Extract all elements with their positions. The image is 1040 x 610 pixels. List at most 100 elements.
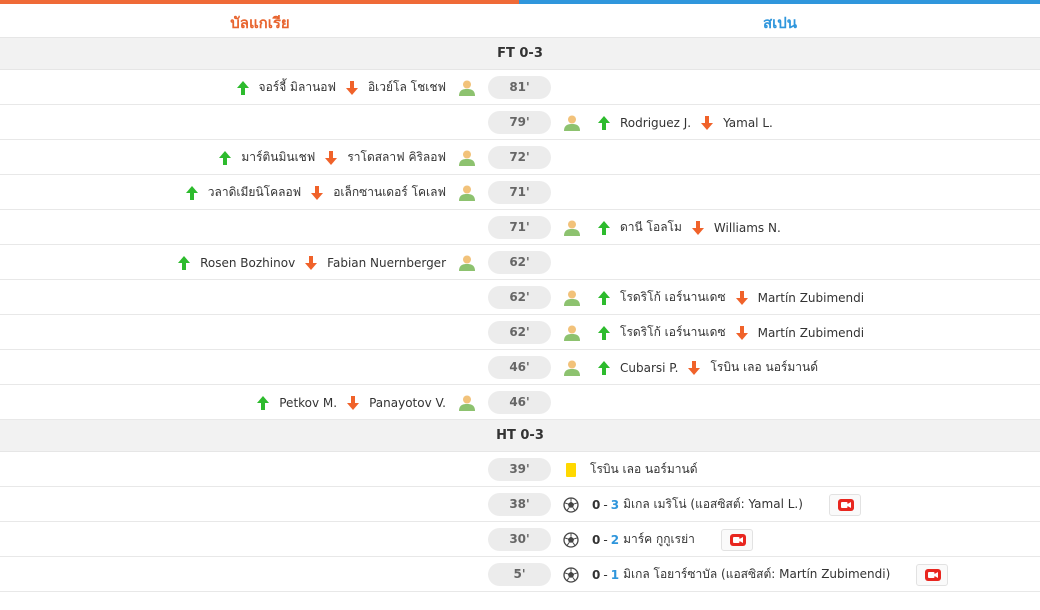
score-home: 0	[592, 497, 601, 512]
sub-out-arrow-icon	[735, 290, 748, 305]
sub-in-arrow-icon	[185, 185, 198, 200]
player-in-name[interactable]: โรดริโก้ เอร์นานเดซ	[620, 288, 726, 307]
person-icon	[563, 360, 581, 376]
sub-in-arrow-icon	[236, 80, 249, 95]
halftime-header: HT 0-3	[0, 420, 1040, 452]
sub-out-arrow-icon	[701, 115, 714, 130]
goal-description[interactable]: มาร์ค กูกูเรย่า	[623, 530, 695, 549]
player-out-name[interactable]: Martín Zubimendi	[758, 326, 865, 340]
goal-score: 0-1	[592, 568, 619, 582]
sub-in-arrow-icon	[178, 255, 191, 270]
player-out-name[interactable]: อเล็กซานเดอร์ โคเลฟ	[333, 183, 446, 202]
sub-out-arrow-icon	[325, 150, 338, 165]
score-away: 3	[610, 497, 620, 512]
sub-out-arrow-icon	[305, 255, 318, 270]
player-in-name[interactable]: Rodriguez J.	[620, 116, 691, 130]
person-icon	[458, 255, 476, 271]
sub-in-arrow-icon	[219, 150, 232, 165]
sub-in-arrow-icon	[598, 115, 610, 130]
video-highlight-button[interactable]	[828, 493, 861, 516]
goal-score: 0-2	[592, 533, 619, 547]
home-substitution[interactable]: มาร์ตินมินเชฟ ราโดสลาฟ คิริลอฟ	[219, 140, 476, 175]
minute-badge: 62'	[488, 286, 551, 309]
event-row: 46' Cubarsi P. โรบิน เลอ นอร์มานด์	[0, 350, 1040, 385]
player-in-name[interactable]: มาร์ตินมินเชฟ	[241, 148, 315, 167]
player-in-name[interactable]: Rosen Bozhinov	[200, 256, 295, 270]
soccer-ball-icon	[563, 531, 579, 548]
minute-badge: 71'	[488, 181, 551, 204]
video-highlight-button[interactable]	[916, 563, 949, 586]
player-out-name[interactable]: Williams N.	[714, 221, 781, 235]
player-out-name[interactable]: Martín Zubimendi	[758, 291, 865, 305]
player-out-name[interactable]: ราโดสลาฟ คิริลอฟ	[347, 148, 446, 167]
event-row: 71' วลาดิเมียนิโคลอฟ อเล็กซานเดอร์ โคเลฟ	[0, 175, 1040, 210]
minute-badge: 46'	[488, 356, 551, 379]
player-out-name[interactable]: อิเวย์โล โชเชฟ	[368, 78, 446, 97]
away-team-name[interactable]: สเปน	[520, 0, 1040, 37]
minute-badge: 79'	[488, 111, 551, 134]
score-home: 0	[592, 567, 601, 582]
fulltime-header: FT 0-3	[0, 38, 1040, 70]
event-row: 79' Rodriguez J. Yamal L.	[0, 105, 1040, 140]
sub-in-arrow-icon	[257, 395, 270, 410]
minute-badge: 62'	[488, 321, 551, 344]
video-highlight-button[interactable]	[720, 528, 753, 551]
player-name[interactable]: โรบิน เลอ นอร์มานด์	[590, 460, 698, 479]
minute-badge: 62'	[488, 251, 551, 274]
away-substitution[interactable]: ดานี โอลโม Williams N.	[563, 210, 791, 245]
goal-score: 0-3	[592, 498, 619, 512]
home-team-name[interactable]: บัลแกเรีย	[0, 0, 520, 37]
player-in-name[interactable]: วลาดิเมียนิโคลอฟ	[208, 183, 301, 202]
away-goal-event[interactable]: 0-1 มิเกล โอยาร์ซาบัล (แอสซิสต์: Martín Z…	[563, 557, 949, 592]
event-row: 5' 0-1 มิเกล โอยาร์ซาบัล (แอสซิสต์: Martín…	[0, 557, 1040, 592]
player-out-name[interactable]: Yamal L.	[723, 116, 773, 130]
player-in-name[interactable]: โรดริโก้ เอร์นานเดซ	[620, 323, 726, 342]
minute-badge: 81'	[488, 76, 551, 99]
person-icon	[458, 395, 476, 411]
player-out-name[interactable]: Panayotov V.	[369, 396, 446, 410]
score-home: 0	[592, 532, 601, 547]
away-substitution[interactable]: Cubarsi P. โรบิน เลอ นอร์มานด์	[563, 350, 828, 385]
sub-in-arrow-icon	[598, 325, 610, 340]
home-substitution[interactable]: จอร์จี้ มิลานอฟ อิเวย์โล โชเชฟ	[236, 70, 476, 105]
event-row: 30' 0-2 มาร์ค กูกูเรย่า	[0, 522, 1040, 557]
sub-out-arrow-icon	[688, 360, 701, 375]
away-goal-event[interactable]: 0-2 มาร์ค กูกูเรย่า	[563, 522, 753, 557]
event-row: 62' โรดริโก้ เอร์นานเดซ Martín Zubimendi	[0, 315, 1040, 350]
home-accent-bar	[0, 0, 519, 4]
player-out-name[interactable]: โรบิน เลอ นอร์มานด์	[710, 358, 818, 377]
score-separator: -	[603, 567, 608, 582]
person-icon	[563, 115, 581, 131]
event-row: 62' โรดริโก้ เอร์นานเดซ Martín Zubimendi	[0, 280, 1040, 315]
sub-out-arrow-icon	[691, 220, 704, 235]
event-row: 62' Rosen Bozhinov Fabian Nuernberger	[0, 245, 1040, 280]
event-row: 81' จอร์จี้ มิลานอฟ อิเวย์โล โชเชฟ	[0, 70, 1040, 105]
player-in-name[interactable]: จอร์จี้ มิลานอฟ	[259, 78, 336, 97]
minute-badge: 30'	[488, 528, 551, 551]
event-row: 46' Petkov M. Panayotov V.	[0, 385, 1040, 420]
goal-description[interactable]: มิเกล โอยาร์ซาบัล (แอสซิสต์: Martín Zubi…	[623, 565, 890, 584]
minute-badge: 46'	[488, 391, 551, 414]
player-in-name[interactable]: ดานี โอลโม	[620, 218, 682, 237]
sub-in-arrow-icon	[598, 220, 610, 235]
event-row: 71' ดานี โอลโม Williams N.	[0, 210, 1040, 245]
score-away: 1	[610, 567, 620, 582]
sub-out-arrow-icon	[345, 80, 358, 95]
goal-description[interactable]: มิเกล เมริโน่ (แอสซิสต์: Yamal L.)	[623, 495, 803, 514]
minute-badge: 72'	[488, 146, 551, 169]
player-in-name[interactable]: Cubarsi P.	[620, 361, 678, 375]
home-substitution[interactable]: Petkov M. Panayotov V.	[257, 385, 476, 420]
player-out-name[interactable]: Fabian Nuernberger	[327, 256, 446, 270]
event-row: 38' 0-3 มิเกล เมริโน่ (แอสซิสต์: Yamal L.)	[0, 487, 1040, 522]
away-card-event[interactable]: โรบิน เลอ นอร์มานด์	[563, 452, 708, 487]
home-substitution[interactable]: วลาดิเมียนิโคลอฟ อเล็กซานเดอร์ โคเลฟ	[185, 175, 476, 210]
home-substitution[interactable]: Rosen Bozhinov Fabian Nuernberger	[178, 245, 476, 280]
away-goal-event[interactable]: 0-3 มิเกล เมริโน่ (แอสซิสต์: Yamal L.)	[563, 487, 861, 522]
minute-badge: 38'	[488, 493, 551, 516]
away-substitution[interactable]: โรดริโก้ เอร์นานเดซ Martín Zubimendi	[563, 280, 874, 315]
player-in-name[interactable]: Petkov M.	[279, 396, 337, 410]
away-substitution[interactable]: Rodriguez J. Yamal L.	[563, 105, 783, 140]
away-substitution[interactable]: โรดริโก้ เอร์นานเดซ Martín Zubimendi	[563, 315, 874, 350]
score-separator: -	[603, 497, 608, 512]
teams-header: บัลแกเรีย สเปน	[0, 0, 1040, 38]
